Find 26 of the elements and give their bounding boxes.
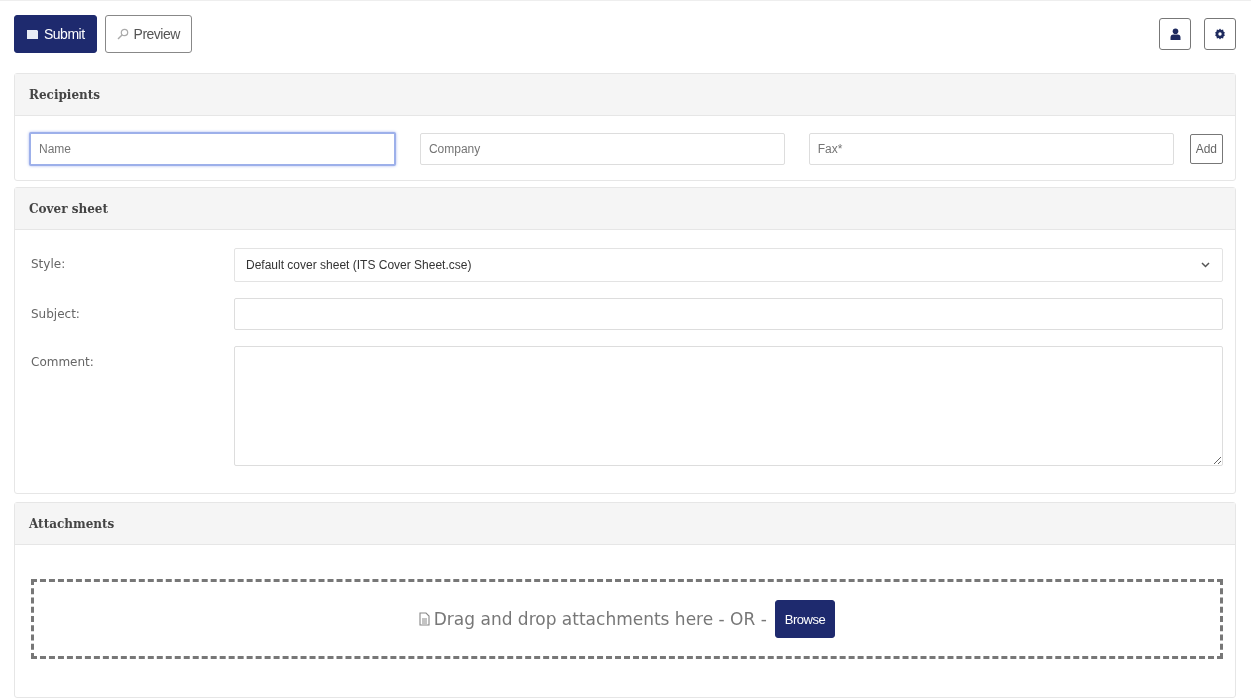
submit-icon — [26, 28, 39, 40]
subject-label: Subject: — [31, 306, 81, 321]
preview-button[interactable]: Preview — [104, 15, 192, 53]
input-field[interactable]: Company — [419, 133, 785, 165]
comment-label: Comment: — [31, 354, 95, 369]
drop-hint: Drag and drop attachments here - OR - — [433, 609, 767, 629]
style-dropdown[interactable]: Default cover sheet (ITS Cover Sheet.cse) — [234, 248, 1223, 282]
input-field[interactable]: Fax* — [808, 133, 1174, 165]
document-icon — [418, 612, 430, 626]
user-button[interactable] — [1159, 18, 1191, 50]
settings-button[interactable] — [1204, 18, 1236, 50]
panel-title: Attachments — [29, 516, 115, 531]
chevron-down-icon — [1201, 262, 1210, 268]
style-label: Style: — [31, 256, 67, 271]
panel-title: Cover sheet — [29, 201, 108, 216]
comment-field[interactable] — [234, 346, 1223, 466]
input-field[interactable]: Name — [29, 132, 396, 166]
drop-zone[interactable]: Drag and drop attachments here - OR - Browse — [31, 579, 1223, 659]
add-button[interactable]: Add — [1189, 134, 1223, 164]
submit-button[interactable]: Submit — [14, 15, 97, 53]
search-icon — [116, 28, 129, 40]
browse-button[interactable]: Browse — [774, 600, 836, 638]
panel-title: Recipients — [29, 87, 101, 102]
settings-icon — [1214, 28, 1226, 40]
user-icon — [1169, 28, 1181, 40]
subject-field[interactable] — [234, 298, 1223, 330]
